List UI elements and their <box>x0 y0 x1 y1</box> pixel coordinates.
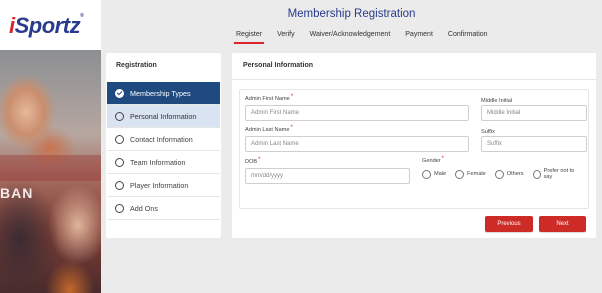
gender-radio-group: Male Female Others Prefer not to say <box>422 168 588 180</box>
section-title: Personal Information <box>243 62 314 69</box>
personal-info-form: Admin First Name* Admin First Name Middl… <box>239 89 589 209</box>
dob-input[interactable]: mm/dd/yyyy <box>245 168 410 184</box>
circle-icon <box>115 180 124 190</box>
circle-icon <box>115 157 124 167</box>
brand-panel: iSportz® BAN <box>0 0 101 293</box>
first-name-input[interactable]: Admin First Name <box>245 105 469 121</box>
circle-icon <box>115 111 124 121</box>
gender-label: Gender* <box>422 156 445 164</box>
page-title: Membership Registration <box>287 8 416 20</box>
photo-jersey-band <box>0 155 101 181</box>
last-name-label: Admin Last Name* <box>245 125 293 133</box>
middle-initial-input[interactable]: Middle Initial <box>481 105 587 121</box>
sidebar-item-player-information[interactable]: Player Information <box>107 174 220 197</box>
middle-initial-label: Middle Initial <box>481 98 513 104</box>
suffix-input[interactable]: Suffix <box>481 136 587 152</box>
circle-icon <box>115 203 124 213</box>
sidebar-item-label: Contact Information <box>130 134 193 144</box>
sidebar-item-label: Team Information <box>130 157 186 167</box>
gender-option-prefer-not-to-say[interactable]: Prefer not to say <box>532 168 579 180</box>
next-button[interactable]: Next <box>539 216 586 232</box>
radio-icon <box>422 169 431 179</box>
sidebar-item-personal-information[interactable]: Personal Information <box>107 105 220 128</box>
sidebar-item-add-ons[interactable]: Add Ons <box>107 197 220 220</box>
sidebar-item-contact-information[interactable]: Contact Information <box>107 128 220 151</box>
photo-jersey-text: BAN <box>0 185 34 201</box>
registration-steps: Register Verify Waiver/Acknowledgement P… <box>233 31 488 44</box>
radio-icon <box>455 169 465 179</box>
radio-icon <box>532 169 541 179</box>
sports-photo: BAN <box>0 50 101 293</box>
personal-information-card: Personal Information Admin First Name* A… <box>232 53 596 238</box>
radio-icon <box>494 169 504 179</box>
step-confirmation[interactable]: Confirmation <box>448 31 488 44</box>
sidebar-item-label: Membership Types <box>130 88 191 98</box>
circle-icon <box>115 134 124 144</box>
step-payment[interactable]: Payment <box>405 31 433 44</box>
sidebar-item-label: Add Ons <box>130 203 158 213</box>
previous-button[interactable]: Previous <box>485 216 533 232</box>
gender-option-female[interactable]: Female <box>455 169 486 179</box>
sidebar-title: Registration <box>116 62 157 69</box>
suffix-label: Suffix <box>481 129 495 135</box>
sidebar-item-label: Player Information <box>130 180 189 190</box>
sidebar-item-label: Personal Information <box>130 111 197 121</box>
sidebar-item-membership-types[interactable]: Membership Types <box>107 82 220 105</box>
check-circle-icon <box>115 88 124 98</box>
registration-sidebar: Registration Membership Types Personal I… <box>106 53 221 238</box>
first-name-label: Admin First Name* <box>245 94 294 102</box>
isportz-logo: iSportz® <box>9 13 84 38</box>
step-verify[interactable]: Verify <box>277 31 295 44</box>
section-divider <box>232 79 596 80</box>
last-name-input[interactable]: Admin Last Name <box>245 136 469 152</box>
dob-label: DOB* <box>245 157 261 165</box>
step-register[interactable]: Register <box>233 31 265 44</box>
gender-option-male[interactable]: Male <box>422 169 446 179</box>
step-waiver[interactable]: Waiver/Acknowledgement <box>310 31 391 44</box>
gender-option-others[interactable]: Others <box>494 169 524 179</box>
sidebar-item-team-information[interactable]: Team Information <box>107 151 220 174</box>
